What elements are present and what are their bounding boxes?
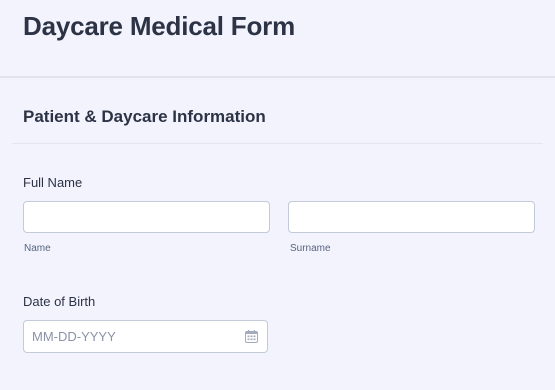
- form-body: Patient & Daycare Information Full Name …: [0, 80, 555, 390]
- date-of-birth-label: Date of Birth: [23, 294, 96, 309]
- last-name-input[interactable]: [288, 201, 535, 233]
- last-name-sublabel: Surname: [290, 243, 331, 254]
- first-name-sublabel: Name: [24, 243, 51, 254]
- form-title: Daycare Medical Form: [23, 11, 296, 41]
- section-title: Patient & Daycare Information: [23, 107, 266, 126]
- date-of-birth-field[interactable]: [23, 320, 268, 353]
- calendar-icon[interactable]: [245, 330, 258, 343]
- date-of-birth-input[interactable]: [24, 321, 234, 352]
- form-header: Daycare Medical Form: [0, 0, 555, 78]
- full-name-label: Full Name: [23, 175, 83, 190]
- section-divider: [12, 143, 543, 144]
- first-name-input[interactable]: [23, 201, 270, 233]
